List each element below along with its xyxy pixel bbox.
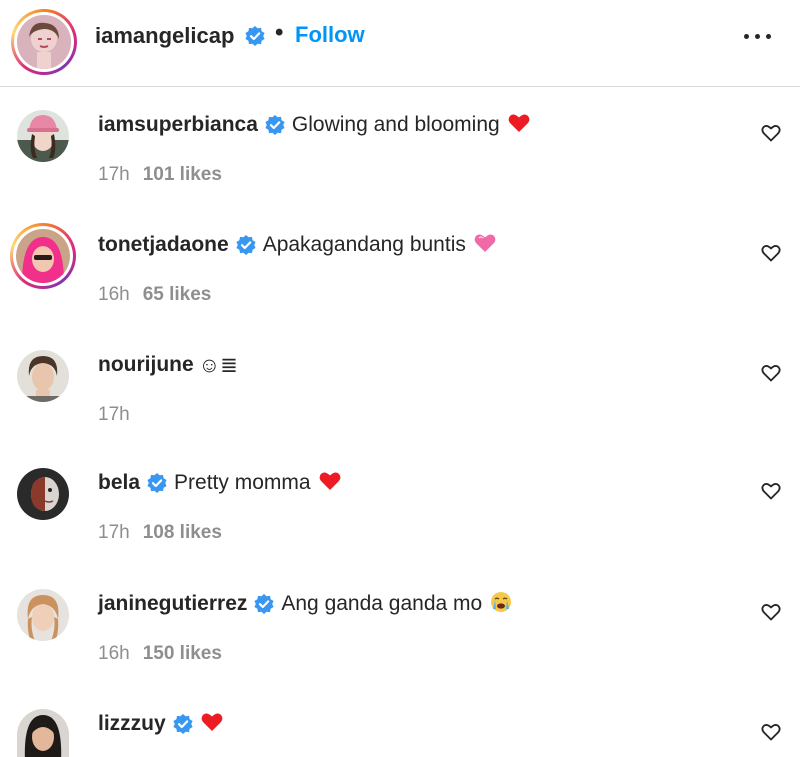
- like-heart-icon[interactable]: [761, 363, 781, 383]
- like-heart-icon[interactable]: [761, 722, 781, 742]
- comment-item: bela Pretty momma 17h 108 likes: [0, 468, 800, 587]
- comment-text: Ang ganda ganda mo: [281, 592, 483, 615]
- like-heart-icon[interactable]: [761, 481, 781, 501]
- commenter-avatar[interactable]: [17, 468, 69, 520]
- comment-text: ☺≣: [198, 353, 238, 377]
- commenter-avatar[interactable]: [17, 350, 69, 402]
- verified-badge-icon: [236, 235, 256, 255]
- comment-item: tonetjadaone Apakagandang buntis 16h 65 l…: [0, 223, 800, 349]
- comment-item: lizzzuy: [0, 709, 800, 757]
- commenter-avatar[interactable]: [17, 589, 69, 641]
- comment-timestamp[interactable]: 17h: [98, 404, 130, 425]
- comment-meta: 16h 65 likes: [98, 284, 211, 306]
- comment-item: iamsuperbianca Glowing and blooming 17h 1…: [0, 110, 800, 229]
- follow-button[interactable]: Follow: [295, 22, 365, 48]
- comment-likes[interactable]: 150 likes: [143, 643, 222, 664]
- comment-likes[interactable]: 108 likes: [143, 522, 222, 543]
- commenter-username[interactable]: lizzzuy: [98, 712, 166, 736]
- pink-heart-emoji-icon: [474, 233, 496, 258]
- crying-face-emoji-icon: [490, 591, 512, 618]
- comment-text: Pretty momma: [174, 471, 311, 494]
- comment-timestamp[interactable]: 16h: [98, 643, 130, 664]
- comment-item: nourijune ☺≣ 17h: [0, 350, 800, 469]
- comment-meta: 17h 108 likes: [98, 522, 222, 544]
- like-heart-icon[interactable]: [761, 602, 781, 622]
- comment-likes[interactable]: 101 likes: [143, 164, 222, 185]
- comment-meta: 17h 101 likes: [98, 164, 222, 186]
- commenter-username[interactable]: tonetjadaone: [98, 233, 229, 257]
- commenter-username[interactable]: iamsuperbianca: [98, 113, 258, 137]
- comment-timestamp[interactable]: 17h: [98, 164, 130, 185]
- comment-text: Glowing and blooming: [291, 113, 500, 136]
- comment-meta: 17h: [98, 404, 130, 426]
- more-options-icon[interactable]: [744, 34, 774, 42]
- comment-item: janinegutierrez Ang ganda ganda mo 16h 15…: [0, 589, 800, 708]
- verified-badge-icon: [254, 594, 274, 614]
- verified-badge-icon: [147, 473, 167, 493]
- comment-timestamp[interactable]: 16h: [98, 284, 130, 305]
- post-header: iamangelicap • Follow: [0, 0, 800, 87]
- verified-badge-icon: [173, 714, 193, 734]
- red-heart-emoji-icon: [201, 712, 223, 737]
- author-username[interactable]: iamangelicap: [95, 23, 234, 49]
- red-heart-emoji-icon: [508, 113, 530, 138]
- commenter-avatar[interactable]: [17, 110, 69, 162]
- commenter-avatar[interactable]: [10, 223, 76, 289]
- author-avatar[interactable]: [11, 9, 77, 75]
- separator-dot: •: [275, 19, 284, 46]
- verified-badge-icon: [265, 115, 285, 135]
- comment-timestamp[interactable]: 17h: [98, 522, 130, 543]
- comment-text: Apakagandang buntis: [262, 233, 466, 256]
- like-heart-icon[interactable]: [761, 243, 781, 263]
- like-heart-icon[interactable]: [761, 123, 781, 143]
- commenter-username[interactable]: janinegutierrez: [98, 592, 247, 616]
- commenter-username[interactable]: nourijune: [98, 353, 194, 377]
- comment-likes[interactable]: 65 likes: [143, 284, 212, 305]
- commenter-avatar[interactable]: [17, 709, 69, 757]
- commenter-username[interactable]: bela: [98, 471, 140, 495]
- red-heart-emoji-icon: [319, 471, 341, 496]
- comment-meta: 16h 150 likes: [98, 643, 222, 665]
- verified-badge-icon: [245, 26, 265, 51]
